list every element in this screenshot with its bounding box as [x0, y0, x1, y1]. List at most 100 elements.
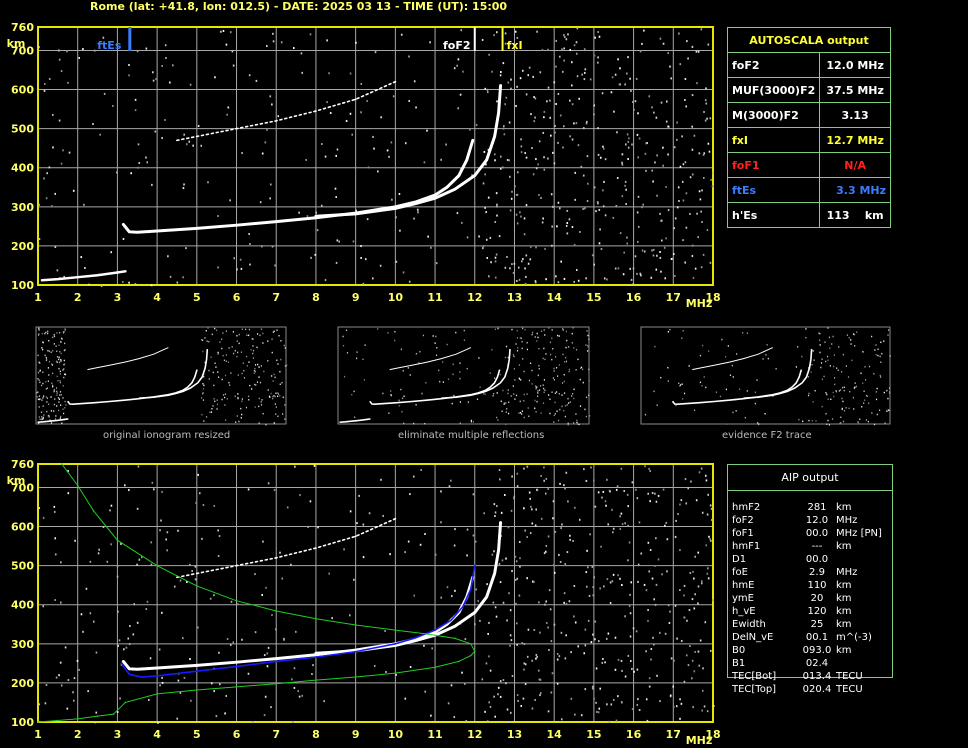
noise-dot [279, 551, 281, 554]
noise-dot [697, 551, 700, 554]
noise-dot [484, 87, 487, 90]
noise-dot [272, 331, 275, 333]
noise-dot [594, 638, 596, 641]
noise-dot [232, 331, 235, 333]
noise-dot [42, 516, 45, 519]
noise-dot [864, 378, 867, 381]
noise-dot [665, 185, 667, 188]
noise-dot [874, 349, 876, 351]
noise-dot [84, 266, 86, 269]
noise-dot [841, 370, 843, 373]
noise-dot [573, 280, 576, 283]
x-tick-label: 13 [507, 728, 522, 741]
data-point [450, 619, 452, 622]
noise-dot [588, 394, 590, 397]
noise-dot [146, 161, 149, 164]
noise-dot [214, 327, 216, 330]
noise-dot [583, 652, 586, 655]
noise-dot [706, 710, 709, 713]
noise-dot [502, 601, 505, 604]
noise-dot [505, 402, 507, 404]
data-point [315, 652, 317, 654]
noise-dot [484, 173, 486, 176]
noise-dot [667, 52, 670, 55]
aip-unit: km [836, 580, 852, 591]
noise-dot [526, 577, 528, 580]
noise-dot [293, 667, 296, 670]
noise-dot [80, 256, 83, 259]
noise-dot [47, 330, 49, 333]
noise-dot [449, 479, 452, 482]
noise-dot [626, 236, 628, 239]
noise-dot [559, 560, 562, 563]
noise-dot [582, 127, 585, 130]
noise-dot [524, 267, 526, 270]
noise-dot [52, 146, 54, 149]
noise-dot [668, 622, 671, 625]
noise-dot [632, 283, 634, 286]
noise-dot [385, 670, 387, 673]
noise-dot [532, 331, 534, 334]
noise-dot [616, 177, 619, 180]
noise-dot [699, 198, 702, 201]
noise-dot [573, 585, 576, 588]
x-tick-label: 15 [586, 728, 601, 741]
noise-dot [42, 348, 44, 351]
noise-dot [563, 380, 565, 383]
noise-dot [683, 594, 685, 597]
noise-dot [563, 277, 566, 280]
noise-dot [273, 422, 275, 424]
noise-dot [483, 512, 485, 515]
noise-dot [557, 281, 560, 284]
noise-dot [435, 335, 437, 338]
noise-dot [502, 389, 504, 392]
noise-dot [185, 247, 187, 250]
data-point [454, 188, 456, 191]
noise-dot [875, 353, 877, 356]
noise-dot [61, 422, 63, 425]
noise-dot [524, 328, 526, 331]
noise-dot [552, 151, 554, 154]
noise-dot [542, 131, 545, 134]
noise-dot [537, 669, 540, 672]
noise-dot [530, 113, 532, 116]
noise-dot [873, 373, 875, 375]
noise-dot [591, 633, 594, 636]
noise-dot [48, 360, 51, 363]
data-point [140, 676, 143, 678]
noise-dot [191, 569, 193, 572]
noise-dot [50, 410, 53, 412]
noise-dot [709, 504, 712, 507]
noise-dot [224, 374, 227, 377]
noise-dot [507, 81, 510, 84]
noise-dot [588, 368, 590, 371]
noise-dot [557, 141, 559, 144]
noise-dot [738, 388, 741, 390]
noise-dot [559, 482, 561, 485]
noise-dot [483, 150, 486, 153]
noise-dot [549, 398, 551, 401]
noise-dot [516, 279, 518, 282]
data-point [315, 215, 317, 217]
noise-dot [284, 404, 286, 406]
noise-dot [82, 630, 84, 633]
data-point [414, 639, 417, 642]
noise-dot [520, 379, 522, 381]
noise-dot [886, 389, 888, 392]
noise-dot [499, 167, 502, 170]
noise-dot [45, 683, 48, 686]
noise-dot [491, 553, 494, 556]
noise-dot [515, 104, 517, 107]
noise-dot [241, 638, 243, 641]
noise-dot [593, 104, 596, 107]
noise-dot [667, 209, 670, 212]
noise-dot [293, 686, 296, 689]
noise-dot [577, 358, 579, 361]
noise-dot [531, 508, 533, 511]
noise-dot [538, 389, 541, 391]
noise-dot [543, 466, 545, 469]
noise-dot [432, 335, 434, 337]
noise-dot [342, 335, 344, 338]
noise-dot [176, 281, 179, 284]
noise-dot [221, 378, 223, 381]
